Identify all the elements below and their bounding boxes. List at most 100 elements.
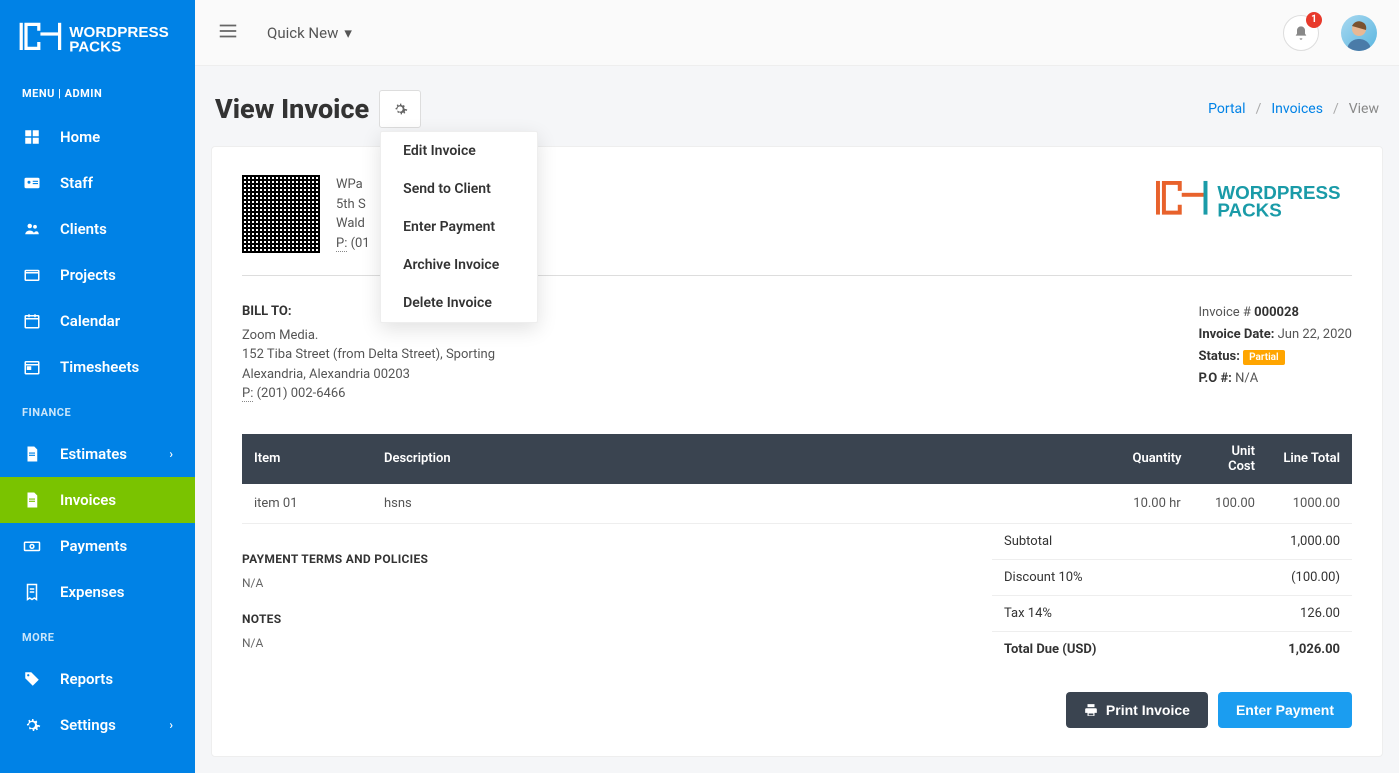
people-icon [22, 219, 42, 239]
print-label: Print Invoice [1106, 702, 1190, 718]
enter-payment-button[interactable]: Enter Payment [1218, 692, 1352, 728]
from-phone-lbl: P: [336, 236, 347, 252]
qr-code [242, 175, 320, 253]
total-value: (100.00) [1291, 570, 1340, 585]
svg-text:PACKS: PACKS [69, 39, 121, 55]
document-icon [22, 444, 42, 464]
breadcrumb-invoices[interactable]: Invoices [1271, 101, 1323, 117]
document-icon [22, 490, 42, 510]
total-value: 1,026.00 [1288, 642, 1340, 657]
menu-section-header: MENU | ADMIN [0, 81, 195, 114]
sidebar-item-settings[interactable]: Settings › [0, 702, 195, 748]
sidebar-item-timesheets[interactable]: Timesheets [0, 344, 195, 390]
sidebar-item-estimates[interactable]: Estimates › [0, 431, 195, 477]
finance-section-header: FINANCE [0, 390, 195, 431]
nav-label: Invoices [60, 491, 116, 509]
bill-to-addr1: 152 Tiba Street (from Delta Street), Spo… [242, 345, 495, 365]
quick-new-dropdown[interactable]: Quick New▾ [267, 24, 352, 42]
user-avatar[interactable] [1341, 15, 1377, 51]
receipt-icon [22, 582, 42, 602]
brand-logo[interactable]: WORDPRESSPACKS [0, 0, 195, 81]
gear-icon [392, 101, 408, 117]
bill-to-addr2: Alexandria, Alexandria 00203 [242, 365, 495, 385]
invoice-num: 000028 [1254, 305, 1299, 320]
sidebar-item-expenses[interactable]: Expenses [0, 569, 195, 615]
cell-qty: 10.00 hr [1117, 484, 1197, 524]
total-label: Total Due (USD) [1004, 642, 1096, 657]
sidebar: WORDPRESSPACKS MENU | ADMIN Home Staff C… [0, 0, 195, 773]
print-icon [1084, 703, 1098, 717]
from-block: WPa 5th S Wald P: (01 [242, 175, 370, 253]
sidebar-item-payments[interactable]: Payments [0, 523, 195, 569]
notes-heading: NOTES [242, 612, 992, 626]
cell-desc: hsns [372, 484, 1117, 524]
dropdown-send-to-client[interactable]: Send to Client [381, 170, 537, 208]
cell-total: 1000.00 [1267, 484, 1352, 524]
nav-label: Home [60, 128, 100, 146]
table-row: item 01 hsns 10.00 hr 100.00 1000.00 [242, 484, 1352, 524]
quick-new-label: Quick New [267, 24, 338, 42]
bill-to-phone-lbl: P: [242, 386, 253, 402]
dropdown-archive-invoice[interactable]: Archive Invoice [381, 246, 537, 284]
total-label: Tax 14% [1004, 606, 1052, 621]
dashboard-icon [22, 127, 42, 147]
enter-payment-label: Enter Payment [1236, 702, 1334, 718]
dropdown-edit-invoice[interactable]: Edit Invoice [381, 132, 537, 170]
chevron-right-icon: › [169, 447, 173, 461]
cell-unit: 100.00 [1197, 484, 1267, 524]
notes-value: N/A [242, 636, 992, 650]
sidebar-item-invoices[interactable]: Invoices [0, 477, 195, 523]
from-line3: Wald [336, 214, 370, 234]
th-item: Item [242, 434, 372, 484]
total-label: Subtotal [1004, 534, 1052, 549]
sidebar-item-projects[interactable]: Projects [0, 252, 195, 298]
print-invoice-button[interactable]: Print Invoice [1066, 692, 1208, 728]
bill-to-name: Zoom Media. [242, 326, 495, 346]
nav-label: Staff [60, 174, 93, 192]
total-label: Discount 10% [1004, 570, 1083, 585]
sidebar-item-home[interactable]: Home [0, 114, 195, 160]
menu-toggle-button[interactable] [217, 20, 239, 46]
chevron-right-icon: › [169, 718, 173, 732]
nav-label: Reports [60, 670, 113, 688]
dropdown-delete-invoice[interactable]: Delete Invoice [381, 284, 537, 322]
dropdown-enter-payment[interactable]: Enter Payment [381, 208, 537, 246]
terms-value: N/A [242, 576, 992, 590]
invoice-num-lbl: Invoice # [1199, 305, 1251, 320]
sidebar-item-staff[interactable]: Staff [0, 160, 195, 206]
breadcrumb-current: View [1349, 101, 1379, 117]
extras-block: PAYMENT TERMS AND POLICIES N/A NOTES N/A [242, 552, 992, 672]
th-total: Line Total [1267, 434, 1352, 484]
breadcrumb-portal[interactable]: Portal [1208, 101, 1245, 117]
cell-item: item 01 [242, 484, 372, 524]
th-desc: Description [372, 434, 1117, 484]
invoice-date: Jun 22, 2020 [1278, 327, 1352, 342]
calendar-icon [22, 311, 42, 331]
folder-icon [22, 265, 42, 285]
sidebar-item-clients[interactable]: Clients [0, 206, 195, 252]
nav-label: Payments [60, 537, 127, 555]
invoice-actions-dropdown: Edit Invoice Send to Client Enter Paymen… [380, 131, 538, 323]
sidebar-item-reports[interactable]: Reports [0, 656, 195, 702]
nav-label: Clients [60, 220, 107, 238]
notifications-button[interactable]: 1 [1283, 15, 1319, 51]
sidebar-item-calendar[interactable]: Calendar [0, 298, 195, 344]
svg-text:PACKS: PACKS [1217, 200, 1281, 221]
tag-icon [22, 669, 42, 689]
invoice-date-lbl: Invoice Date: [1199, 327, 1275, 342]
id-card-icon [22, 173, 42, 193]
invoice-actions: Print Invoice Enter Payment [242, 692, 1352, 728]
nav-label: Expenses [60, 583, 124, 601]
invoice-brand-logo: WORDPRESSPACKS [1154, 175, 1352, 253]
nav-label: Settings [60, 716, 116, 734]
topbar: Quick New▾ 1 [195, 0, 1399, 66]
page-header: View Invoice Edit Invoice Send to Client… [195, 66, 1399, 146]
notification-badge: 1 [1306, 12, 1322, 28]
invoice-actions-button[interactable]: Edit Invoice Send to Client Enter Paymen… [379, 90, 421, 128]
invoice-po: N/A [1235, 371, 1258, 386]
nav-label: Estimates [60, 445, 127, 463]
more-section-header: MORE [0, 615, 195, 656]
bell-icon [1293, 25, 1309, 41]
invoice-po-lbl: P.O #: [1199, 371, 1232, 386]
nav-label: Timesheets [60, 358, 139, 376]
